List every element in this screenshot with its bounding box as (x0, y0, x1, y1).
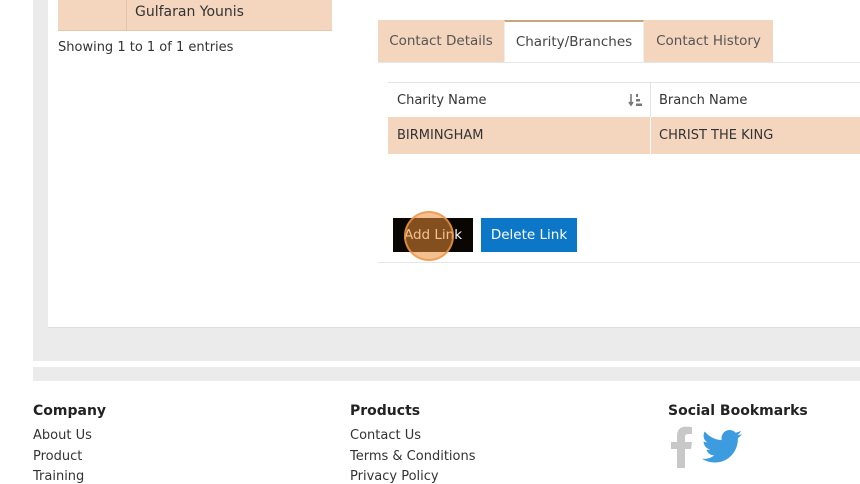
tab-contact-history[interactable]: Contact History (644, 20, 773, 63)
footer-link-terms[interactable]: Terms & Conditions (350, 449, 476, 464)
branches-table-header: Charity Name Branch Name (388, 82, 860, 119)
column-header-branch-name[interactable]: Branch Name (659, 83, 747, 118)
footer-link-about-us[interactable]: About Us (33, 428, 92, 443)
footer-link-contact-us[interactable]: Contact Us (350, 428, 421, 443)
cell-branch-name: CHRIST THE KING (659, 128, 774, 143)
footer-heading-company: Company (33, 403, 107, 419)
column-divider (650, 83, 651, 118)
tab-contact-details[interactable]: Contact Details (378, 20, 504, 63)
footer-heading-products: Products (350, 403, 421, 419)
contact-row-name: Gulfaran Younis (135, 4, 244, 20)
footer-link-product[interactable]: Product (33, 449, 82, 464)
footer-link-privacy-policy[interactable]: Privacy Policy (350, 469, 439, 484)
sort-icon[interactable] (628, 92, 644, 108)
facebook-icon[interactable] (668, 426, 694, 468)
twitter-icon[interactable] (702, 430, 742, 464)
contact-row-cell-empty (58, 0, 127, 30)
column-divider (650, 117, 651, 154)
footer-heading-social: Social Bookmarks (668, 403, 808, 419)
footer-divider-strip (33, 367, 860, 381)
add-link-button[interactable]: Add Link (393, 218, 473, 252)
delete-link-button[interactable]: Delete Link (481, 218, 577, 252)
tab-charity-branches[interactable]: Charity/Branches (504, 20, 644, 63)
column-header-charity-name[interactable]: Charity Name (397, 83, 487, 118)
footer-link-training[interactable]: Training (33, 469, 84, 484)
contact-table-row[interactable]: Gulfaran Younis (58, 0, 332, 31)
cell-charity-name: BIRMINGHAM (397, 128, 484, 143)
tab-underline (378, 62, 860, 63)
table-row[interactable]: BIRMINGHAM CHRIST THE KING (388, 117, 860, 154)
panel-bottom-line (378, 262, 860, 263)
table-info-text: Showing 1 to 1 of 1 entries (58, 40, 234, 55)
